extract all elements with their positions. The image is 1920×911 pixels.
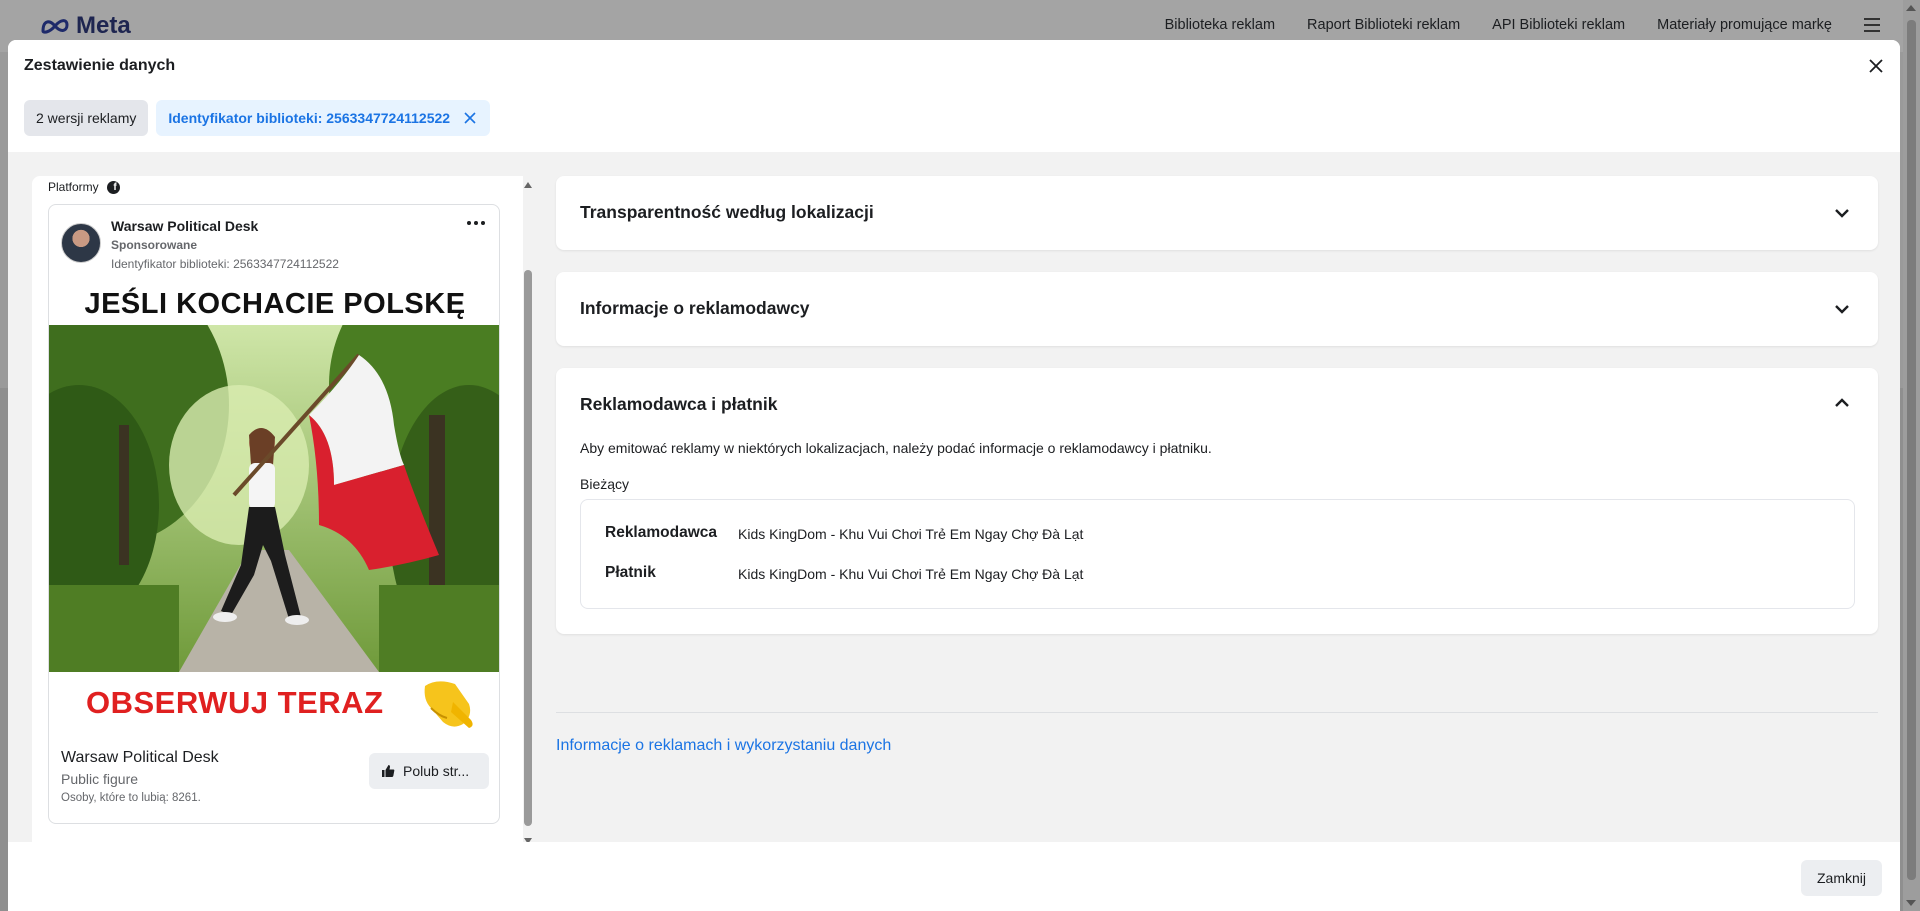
versions-chip[interactable]: 2 wersji reklamy bbox=[24, 100, 149, 136]
library-id-chip-label: Identyfikator biblioteki: 25633477241125… bbox=[168, 110, 451, 126]
preview-scrollbar[interactable] bbox=[521, 176, 535, 844]
accordion-transparency-title: Transparentność według lokalizacji bbox=[580, 202, 874, 222]
scroll-up-icon[interactable] bbox=[1906, 5, 1916, 11]
meta-logo[interactable]: Meta bbox=[40, 12, 131, 40]
brand-name: Meta bbox=[76, 12, 131, 39]
close-button[interactable]: Zamknij bbox=[1800, 860, 1882, 896]
modal-footer: Zamknij bbox=[8, 842, 1900, 911]
like-page-label: Polub str... bbox=[403, 763, 470, 779]
meta-infinity-icon bbox=[41, 19, 69, 34]
advertiser-row-label: Reklamodawca bbox=[605, 524, 717, 541]
sponsored-label: Sponsorowane bbox=[111, 238, 198, 252]
advertiser-name[interactable]: Warsaw Political Desk bbox=[111, 218, 258, 234]
ad-photo bbox=[49, 325, 499, 672]
advertiser-row-value: Kids KingDom - Khu Vui Chơi Trẻ Em Ngay … bbox=[738, 526, 1084, 542]
chevron-down-icon bbox=[1835, 305, 1849, 314]
page-likes: Osoby, które to lubią: 8261. bbox=[61, 792, 201, 804]
nav-brand-resources[interactable]: Materiały promujące markę bbox=[1657, 17, 1832, 33]
top-nav: Biblioteka reklam Raport Biblioteki rekl… bbox=[1165, 17, 1880, 33]
more-options-icon[interactable] bbox=[467, 221, 485, 225]
ad-creative[interactable]: JEŚLI KOCHACIE POLSKĘ OBSERWUJ TERAZ bbox=[49, 284, 499, 744]
creative-headline: JEŚLI KOCHACIE POLSKĘ bbox=[84, 288, 466, 320]
section-divider bbox=[556, 712, 1878, 713]
remove-chip-icon[interactable] bbox=[462, 110, 478, 126]
scroll-down-icon[interactable] bbox=[1906, 900, 1916, 906]
page-scrollbar-thumb[interactable] bbox=[1907, 20, 1916, 880]
accordion-transparency[interactable]: Transparentność według lokalizacji bbox=[556, 176, 1878, 250]
ad-preview-panel: Platformy f Warsaw Political Desk Sponso… bbox=[32, 176, 532, 844]
thumbs-up-icon bbox=[382, 765, 395, 777]
chevron-down-icon bbox=[1835, 209, 1849, 218]
avatar[interactable] bbox=[61, 223, 101, 263]
preview-scrollbar-thumb[interactable] bbox=[524, 270, 532, 826]
nav-ad-library-report[interactable]: Raport Biblioteki reklam bbox=[1307, 17, 1460, 33]
ad-card: Warsaw Political Desk Sponsorowane Ident… bbox=[48, 204, 500, 824]
ad-library-id: Identyfikator biblioteki: 25633477241125… bbox=[111, 257, 339, 271]
accordion-advertiser-info[interactable]: Informacje o reklamodawcy bbox=[556, 272, 1878, 346]
chevron-up-icon[interactable] bbox=[1834, 395, 1850, 411]
ads-data-info-link[interactable]: Informacje o reklamach i wykorzystaniu d… bbox=[556, 737, 891, 755]
nav-ad-library[interactable]: Biblioteka reklam bbox=[1165, 17, 1275, 33]
preview-scroll-up-icon[interactable] bbox=[524, 182, 532, 188]
modal-header: Zestawienie danych 2 wersji reklamy Iden… bbox=[8, 40, 1900, 152]
payer-row-value: Kids KingDom - Khu Vui Chơi Trẻ Em Ngay … bbox=[738, 566, 1084, 582]
payer-description: Aby emitować reklamy w niektórych lokali… bbox=[580, 440, 1212, 456]
platforms-label: Platformy bbox=[48, 180, 99, 194]
accordion-advertiser-payer-title[interactable]: Reklamodawca i płatnik bbox=[580, 394, 777, 415]
facebook-icon: f bbox=[106, 180, 120, 194]
accordion-advertiser-info-title: Informacje o reklamodawcy bbox=[580, 298, 810, 318]
pointing-hand-icon bbox=[417, 676, 477, 735]
modal-body: Platformy f Warsaw Political Desk Sponso… bbox=[8, 152, 1900, 844]
close-icon[interactable] bbox=[1864, 54, 1888, 78]
modal-title: Zestawienie danych bbox=[24, 57, 176, 74]
payer-row-label: Płatnik bbox=[605, 564, 656, 581]
creative-cta-text: OBSERWUJ TERAZ bbox=[86, 685, 384, 720]
payer-details-box: Reklamodawca Kids KingDom - Khu Vui Chơi… bbox=[580, 499, 1855, 609]
like-page-button[interactable]: Polub str... bbox=[369, 753, 489, 789]
platforms-row: Platformy f bbox=[48, 180, 120, 194]
menu-icon[interactable] bbox=[1864, 18, 1880, 32]
nav-ad-library-api[interactable]: API Biblioteki reklam bbox=[1492, 17, 1625, 33]
page-category: Public figure bbox=[61, 771, 139, 787]
ad-details-modal: Zestawienie danych 2 wersji reklamy Iden… bbox=[8, 40, 1900, 911]
accordion-advertiser-payer: Reklamodawca i płatnik Aby emitować rekl… bbox=[556, 368, 1878, 634]
page-scrollbar[interactable] bbox=[1903, 0, 1920, 911]
filter-chips: 2 wersji reklamy Identyfikator bibliotek… bbox=[24, 100, 491, 136]
current-label: Bieżący bbox=[580, 476, 630, 492]
page-name[interactable]: Warsaw Political Desk bbox=[61, 749, 219, 767]
library-id-chip[interactable]: Identyfikator biblioteki: 25633477241125… bbox=[156, 100, 491, 136]
